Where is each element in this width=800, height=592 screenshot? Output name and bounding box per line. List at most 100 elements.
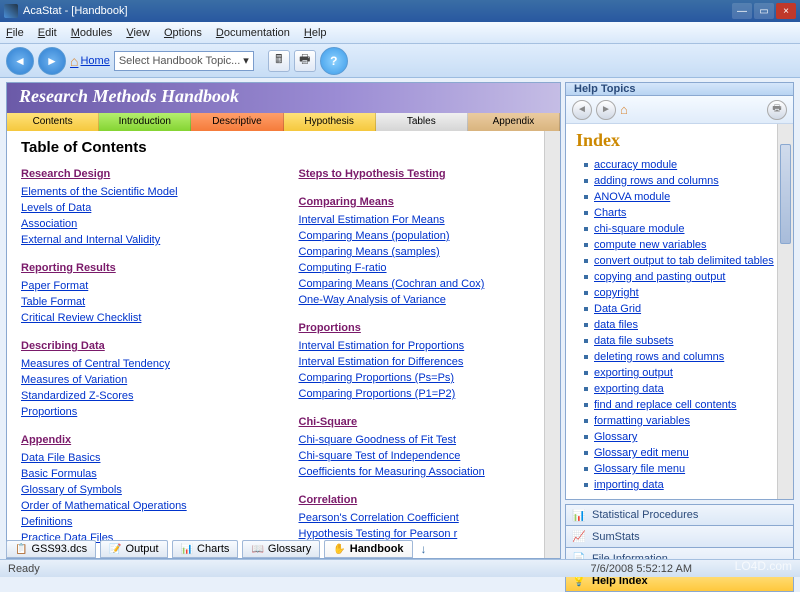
toc-link[interactable]: Interval Estimation for Differences xyxy=(299,354,547,370)
toc-link[interactable]: Standardized Z-Scores xyxy=(21,388,269,404)
scrollbar-thumb[interactable] xyxy=(780,144,791,244)
document-tab[interactable]: ✋Handbook xyxy=(324,540,412,558)
index-link[interactable]: copyright xyxy=(594,285,639,301)
toc-group-header[interactable]: Reporting Results xyxy=(21,260,269,276)
document-tab[interactable]: 📖Glossary xyxy=(242,540,320,558)
index-link[interactable]: data files xyxy=(594,317,638,333)
content-scrollbar[interactable] xyxy=(544,131,560,558)
index-link[interactable]: Glossary file menu xyxy=(594,461,685,477)
toc-link[interactable]: Data File Basics xyxy=(21,450,269,466)
toc-link[interactable]: Measures of Central Tendency xyxy=(21,356,269,372)
toc-link[interactable]: Elements of the Scientific Model xyxy=(21,184,269,200)
toc-link[interactable]: External and Internal Validity xyxy=(21,232,269,248)
toc-link[interactable]: Measures of Variation xyxy=(21,372,269,388)
print-button[interactable]: 🖶 xyxy=(294,50,316,72)
menu-modules[interactable]: Modules xyxy=(71,27,113,39)
toc-group-header[interactable]: Steps to Hypothesis Testing xyxy=(299,166,547,182)
toc-link[interactable]: Paper Format xyxy=(21,278,269,294)
toc-link[interactable]: One-Way Analysis of Variance xyxy=(299,292,547,308)
calculator-button[interactable]: 🖩 xyxy=(268,50,290,72)
home-button[interactable]: ⌂ Home xyxy=(70,53,110,69)
index-link[interactable]: data file subsets xyxy=(594,333,674,349)
tab-descriptive[interactable]: Descriptive xyxy=(191,113,283,131)
toc-group-header[interactable]: Describing Data xyxy=(21,338,269,354)
toc-link[interactable]: Comparing Means (samples) xyxy=(299,244,547,260)
tab-introduction[interactable]: Introduction xyxy=(99,113,191,131)
help-button[interactable]: ? xyxy=(320,47,348,75)
document-tab[interactable]: 📋GSS93.dcs xyxy=(6,540,96,558)
index-link[interactable]: Glossary edit menu xyxy=(594,445,689,461)
toc-link[interactable]: Chi-square Test of Independence xyxy=(299,448,547,464)
toc-group-header[interactable]: Chi-Square xyxy=(299,414,547,430)
toc-link[interactable]: Comparing Means (population) xyxy=(299,228,547,244)
index-link[interactable]: accuracy module xyxy=(594,157,677,173)
toc-link[interactable]: Proportions xyxy=(21,404,269,420)
index-link[interactable]: convert output to tab delimited tables xyxy=(594,253,774,269)
index-link[interactable]: chi-square module xyxy=(594,221,685,237)
toc-link[interactable]: Computing F-ratio xyxy=(299,260,547,276)
tab-hypothesis[interactable]: Hypothesis xyxy=(284,113,376,131)
toc-link[interactable]: Critical Review Checklist xyxy=(21,310,269,326)
toc-link[interactable]: Comparing Means (Cochran and Cox) xyxy=(299,276,547,292)
toc-link[interactable]: Chi-square Goodness of Fit Test xyxy=(299,432,547,448)
help-print-button[interactable]: 🖶 xyxy=(767,100,787,120)
toc-link[interactable]: Interval Estimation for Proportions xyxy=(299,338,547,354)
menu-file[interactable]: File xyxy=(6,27,24,39)
index-link[interactable]: find and replace cell contents xyxy=(594,397,736,413)
tab-tables[interactable]: Tables xyxy=(376,113,468,131)
tab-appendix[interactable]: Appendix xyxy=(468,113,560,131)
document-tab[interactable]: 📊Charts xyxy=(172,540,239,558)
minimize-button[interactable]: — xyxy=(732,3,752,19)
toc-link[interactable]: Basic Formulas xyxy=(21,466,269,482)
topic-dropdown[interactable]: Select Handbook Topic... ▾ xyxy=(114,51,254,71)
index-scrollbar[interactable] xyxy=(777,124,793,499)
toc-link[interactable]: Definitions xyxy=(21,514,269,530)
toc-link[interactable]: Comparing Proportions (P1=P2) xyxy=(299,386,547,402)
stack-item[interactable]: 📈SumStats xyxy=(565,526,794,548)
help-topics-header[interactable]: Help Topics xyxy=(565,82,794,96)
tab-contents[interactable]: Contents xyxy=(7,113,99,131)
index-link[interactable]: exporting output xyxy=(594,365,673,381)
toc-link[interactable]: Coefficients for Measuring Association xyxy=(299,464,547,480)
toc-link[interactable]: Table Format xyxy=(21,294,269,310)
menu-edit[interactable]: Edit xyxy=(38,27,57,39)
help-back-button[interactable]: ◄ xyxy=(572,100,592,120)
toc-link[interactable]: Comparing Proportions (Ps=Ps) xyxy=(299,370,547,386)
toc-group-header[interactable]: Research Design xyxy=(21,166,269,182)
menu-documentation[interactable]: Documentation xyxy=(216,27,290,39)
index-link[interactable]: ANOVA module xyxy=(594,189,670,205)
bullet-icon xyxy=(584,259,588,263)
index-link[interactable]: Glossary xyxy=(594,429,637,445)
help-forward-button[interactable]: ► xyxy=(596,100,616,120)
index-link[interactable]: Charts xyxy=(594,205,626,221)
index-link[interactable]: importing data xyxy=(594,477,664,493)
index-link[interactable]: adding rows and columns xyxy=(594,173,719,189)
index-link[interactable]: formatting variables xyxy=(594,413,690,429)
index-link[interactable]: exporting data xyxy=(594,381,664,397)
toc-group-header[interactable]: Correlation xyxy=(299,492,547,508)
index-link[interactable]: Data Grid xyxy=(594,301,641,317)
toc-link[interactable]: Interval Estimation For Means xyxy=(299,212,547,228)
menu-view[interactable]: View xyxy=(126,27,150,39)
forward-button[interactable]: ► xyxy=(38,47,66,75)
document-tab[interactable]: 📝Output xyxy=(100,540,167,558)
toc-link[interactable]: Levels of Data xyxy=(21,200,269,216)
toc-group-header[interactable]: Proportions xyxy=(299,320,547,336)
close-button[interactable]: × xyxy=(776,3,796,19)
index-link[interactable]: compute new variables xyxy=(594,237,707,253)
back-button[interactable]: ◄ xyxy=(6,47,34,75)
toc-group-header[interactable]: Appendix xyxy=(21,432,269,448)
stack-item[interactable]: 📊Statistical Procedures xyxy=(565,504,794,526)
index-link[interactable]: copying and pasting output xyxy=(594,269,726,285)
maximize-button[interactable]: ▭ xyxy=(754,3,774,19)
menu-options[interactable]: Options xyxy=(164,27,202,39)
toc-link[interactable]: Association xyxy=(21,216,269,232)
toc-group-header[interactable]: Comparing Means xyxy=(299,194,547,210)
help-home-icon[interactable]: ⌂ xyxy=(620,102,628,117)
menu-help[interactable]: Help xyxy=(304,27,327,39)
toc-link[interactable]: Pearson's Correlation Coefficient xyxy=(299,510,547,526)
index-link[interactable]: deleting rows and columns xyxy=(594,349,724,365)
tab-overflow-icon[interactable]: ↓ xyxy=(421,542,427,556)
toc-link[interactable]: Glossary of Symbols xyxy=(21,482,269,498)
toc-link[interactable]: Order of Mathematical Operations xyxy=(21,498,269,514)
